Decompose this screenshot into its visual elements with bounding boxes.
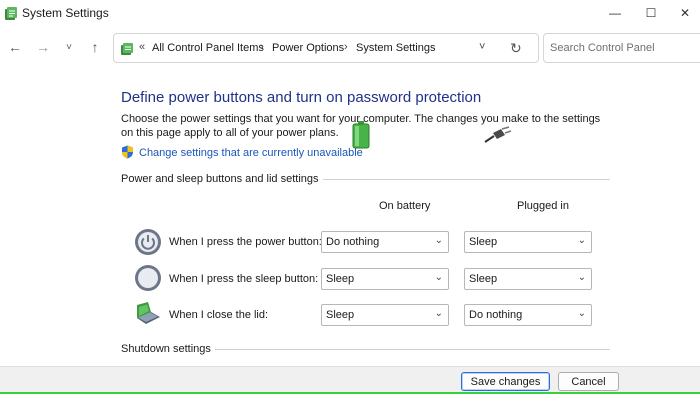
- column-plugged-in: Plugged in: [517, 200, 569, 212]
- search-input[interactable]: Search Control Panel: [550, 42, 655, 54]
- close-lid-plugged-select[interactable]: Do nothing ⌄: [464, 304, 592, 326]
- maximize-icon: ☐: [645, 6, 657, 20]
- arrow-left-icon: ←: [8, 39, 22, 55]
- control-panel-icon: [5, 7, 17, 20]
- up-button[interactable]: ↑: [86, 38, 104, 56]
- chevron-down-icon: ⌄: [577, 235, 586, 246]
- uac-shield-icon: [122, 145, 133, 159]
- select-value: Sleep: [326, 273, 355, 285]
- breadcrumb-separator-icon: ›: [344, 41, 348, 53]
- minimize-button[interactable]: —: [598, 0, 632, 26]
- power-button-icon: [135, 229, 161, 255]
- chevron-down-icon: ⌄: [434, 272, 443, 283]
- sleep-button-plugged-select[interactable]: Sleep ⌄: [464, 268, 592, 290]
- sleep-button-battery-select[interactable]: Sleep ⌄: [321, 268, 449, 290]
- power-button-label: When I press the power button:: [169, 236, 322, 248]
- select-value: Sleep: [469, 273, 498, 285]
- close-lid-battery-select[interactable]: Sleep ⌄: [321, 304, 449, 326]
- chevron-down-icon: ⌄: [577, 308, 586, 319]
- chevron-down-icon: ⌄: [434, 308, 443, 319]
- search-box[interactable]: Search Control Panel: [543, 33, 700, 63]
- column-on-battery: On battery: [379, 200, 431, 212]
- select-value: Sleep: [469, 236, 498, 248]
- select-value: Sleep: [326, 309, 355, 321]
- chevron-down-icon: ˅: [66, 41, 72, 53]
- breadcrumb-overflow-icon[interactable]: «: [139, 41, 145, 53]
- refresh-icon[interactable]: ↻: [510, 40, 522, 57]
- power-button-battery-select[interactable]: Do nothing ⌄: [321, 231, 449, 253]
- sleep-button-icon: [135, 265, 161, 291]
- footer-bar: Save changes Cancel: [0, 366, 700, 394]
- close-lid-label: When I close the lid:: [169, 309, 269, 321]
- breadcrumb-power-options[interactable]: Power Options: [272, 42, 344, 54]
- save-changes-button[interactable]: Save changes: [461, 372, 550, 391]
- laptop-lid-icon: [137, 302, 160, 324]
- breadcrumb-separator-icon: ›: [260, 41, 264, 53]
- address-bar[interactable]: « All Control Panel Items › Power Option…: [113, 33, 539, 63]
- recent-locations-button[interactable]: ˅: [60, 38, 78, 56]
- power-section-title: Power and sleep buttons and lid settings: [121, 173, 323, 185]
- arrow-up-icon: ↑: [91, 39, 99, 55]
- select-value: Do nothing: [469, 309, 523, 321]
- back-button[interactable]: ←: [6, 38, 24, 56]
- power-plug-icon: [484, 126, 512, 143]
- minimize-icon: —: [609, 6, 621, 20]
- control-panel-icon: [121, 43, 133, 55]
- battery-icon: [352, 121, 370, 149]
- change-settings-link[interactable]: Change settings that are currently unava…: [139, 147, 363, 159]
- power-button-plugged-select[interactable]: Sleep ⌄: [464, 231, 592, 253]
- window-title: System Settings: [22, 6, 109, 20]
- breadcrumb-system-settings[interactable]: System Settings: [356, 42, 435, 54]
- close-icon: ✕: [679, 6, 691, 20]
- cancel-button[interactable]: Cancel: [558, 372, 619, 391]
- breadcrumb-all-items[interactable]: All Control Panel Items: [152, 42, 264, 54]
- arrow-right-icon: →: [36, 39, 50, 55]
- chevron-down-icon: ⌄: [434, 235, 443, 246]
- navigation-bar: ← → ˅ ↑ « All Control Panel Items › Powe…: [0, 26, 700, 68]
- address-dropdown-icon[interactable]: ˅: [479, 41, 485, 53]
- forward-button[interactable]: →: [34, 38, 52, 56]
- maximize-button[interactable]: ☐: [634, 0, 668, 26]
- select-value: Do nothing: [326, 236, 380, 248]
- shutdown-section-title: Shutdown settings: [121, 343, 215, 355]
- title-bar: System Settings — ☐ ✕: [0, 0, 700, 26]
- page-title: Define power buttons and turn on passwor…: [121, 89, 482, 106]
- sleep-button-label: When I press the sleep button:: [169, 273, 319, 285]
- close-button[interactable]: ✕: [668, 0, 700, 26]
- main-content: Define power buttons and turn on passwor…: [0, 68, 700, 366]
- chevron-down-icon: ⌄: [577, 272, 586, 283]
